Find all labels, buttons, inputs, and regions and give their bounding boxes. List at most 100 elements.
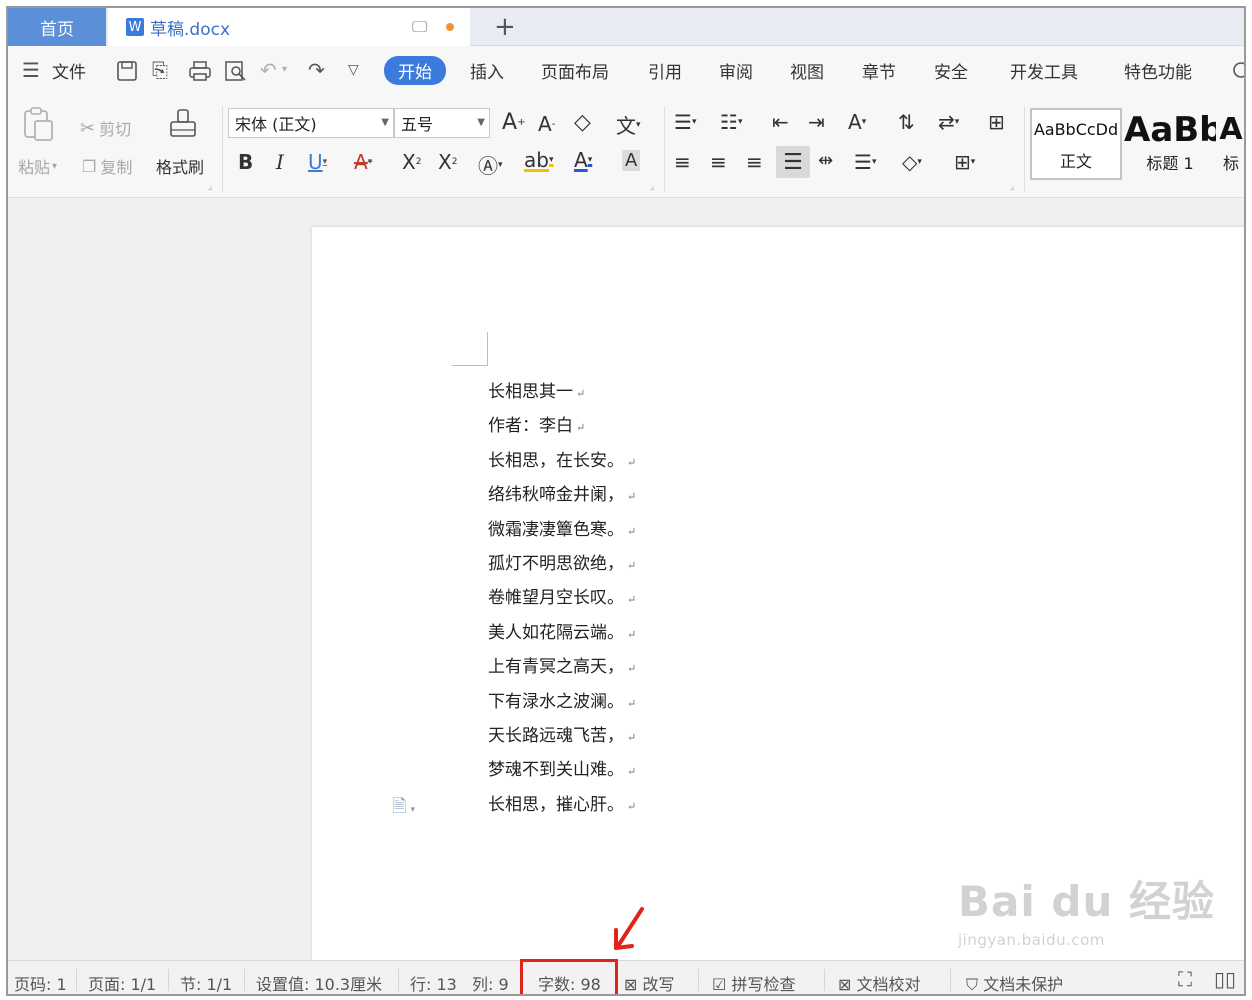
style-normal[interactable]: AaBbCcDd 正文 [1030,108,1122,180]
shading-icon[interactable]: ◇ ▾ [902,150,922,174]
ribbon-separator [664,106,665,192]
text-line[interactable]: 长相思，在长安。 ↵ [488,444,636,478]
undo-dropdown-icon[interactable]: ▾ [282,64,287,75]
menu-chapter[interactable]: 章节 [862,58,896,83]
text-line[interactable]: 美人如花隔云端。 ↵ [488,616,636,650]
menu-view[interactable]: 视图 [790,58,824,83]
document-protection-button[interactable]: ⛉ 文档未保护 [966,971,1063,994]
subscript-icon[interactable]: X2 [438,150,457,174]
status-column[interactable]: 列: 9 [472,971,509,994]
line-spacing-icon[interactable]: ☰ ▾ [854,150,876,174]
cut-button[interactable]: ✂ 剪切 [80,116,131,140]
watermark-url: jingyan.baidu.com [958,931,1105,949]
text-line[interactable]: 梦魂不到关山难。 ↵ [488,753,636,787]
font-name-select[interactable]: 宋体 (正文) ▼ [228,108,394,138]
borders-icon[interactable]: ⊞ ▾ [954,150,975,174]
spell-check-button[interactable]: ☑ 拼写检查 [712,971,795,994]
print-icon[interactable] [188,60,212,82]
status-page-count[interactable]: 页面: 1/1 [88,971,156,994]
quick-access-dropdown-icon[interactable]: ▽ [348,62,359,78]
shrink-font-icon[interactable]: A- [538,112,555,136]
text-line[interactable]: 微霜凄凄簟色寒。 ↵ [488,513,636,547]
menu-review[interactable]: 审阅 [719,58,753,83]
document-proof-button[interactable]: ⊠ 文档校对 [838,971,921,994]
status-setting-value[interactable]: 设置值: 10.3厘米 [256,971,382,994]
fullscreen-icon[interactable]: ⛶ [1178,967,1192,991]
text-line[interactable]: 长相思，摧心肝。 ↵ [488,788,636,822]
align-center-icon[interactable]: ≡ [710,150,727,174]
document-options-icon[interactable]: 🗎 ▾ [392,794,415,824]
superscript-icon[interactable]: X2 [402,150,421,174]
menu-security[interactable]: 安全 [934,58,968,83]
highlight-icon[interactable]: ab ▾ [524,148,553,172]
new-tab-button[interactable]: + [494,12,516,42]
underline-icon[interactable]: U ▾ [308,150,327,174]
table-insert-icon[interactable]: ⊞ [988,110,1005,134]
menu-page-layout[interactable]: 页面布局 [541,58,609,83]
strikethrough-icon[interactable]: A ▾ [354,150,372,174]
text-line[interactable]: 卷帷望月空长叹。 ↵ [488,581,636,615]
text-line[interactable]: 上有青冥之高天， ↵ [488,650,636,684]
menu-developer[interactable]: 开发工具 [1010,58,1078,83]
decrease-indent-icon[interactable]: ⇤ [772,110,789,134]
font-size-select[interactable]: 五号 ▼ [394,108,490,138]
monitor-icon[interactable]: 🖵 [412,17,427,37]
menu-references[interactable]: 引用 [648,58,682,83]
phonetic-guide-icon[interactable]: 文 ▾ [616,110,641,139]
italic-icon[interactable]: I [276,150,284,174]
text-direction-icon[interactable]: A ▾ [848,110,866,134]
text-line[interactable]: 下有渌水之波澜。 ↵ [488,685,636,719]
text-line[interactable]: 长相思其一 ↵ [488,375,636,409]
text-line[interactable]: 孤灯不明思欲绝， ↵ [488,547,636,581]
text-line[interactable]: 作者：李白 ↵ [488,409,636,443]
numbered-list-icon[interactable]: ☷ ▾ [720,110,742,134]
format-painter-icon[interactable] [168,108,202,144]
distributed-align-icon[interactable]: ⇹ [818,150,833,171]
align-right-icon[interactable]: ≡ [746,150,763,174]
style-heading-1[interactable]: AaBb 标题 1 [1124,108,1216,180]
paste-icon[interactable] [22,106,56,142]
paragraph-group-expander-icon[interactable]: ⌟ [1010,182,1014,192]
paste-button[interactable]: 粘贴 ▾ [18,154,57,178]
status-page-number[interactable]: 页码: 1 [14,971,67,994]
bullet-list-icon[interactable]: ☰ ▾ [674,110,696,134]
bold-icon[interactable]: B [238,150,253,174]
clipboard-group-expander-icon[interactable]: ⌟ [208,182,212,192]
increase-indent-icon[interactable]: ⇥ [808,110,825,134]
menu-file[interactable]: 文件 [52,58,86,83]
proof-icon: ⊠ [838,975,852,994]
grow-font-icon[interactable]: A + [502,110,525,135]
print-preview-icon[interactable] [224,60,248,82]
font-group-expander-icon[interactable]: ⌟ [650,182,654,192]
overwrite-mode-button[interactable]: ⊠ 改写 [624,971,675,994]
align-left-icon[interactable]: ≡ [674,150,691,174]
menu-insert[interactable]: 插入 [470,58,504,83]
document-body[interactable]: 长相思其一 ↵ 作者：李白 ↵ 长相思，在长安。 ↵ 络纬秋啼金井阑， ↵ 微霜凄凄簟色… [488,375,636,822]
justify-icon[interactable]: ☰ [776,146,810,178]
text-effect-icon[interactable]: Ⓐ ▾ [478,150,503,179]
style-heading-1-preview: AaBb [1124,110,1216,150]
status-section[interactable]: 节: 1/1 [180,971,232,994]
text-line[interactable]: 络纬秋啼金井阑， ↵ [488,478,636,512]
style-heading-2[interactable]: A 标 [1216,108,1244,180]
export-pdf-icon[interactable]: ⎘ [152,58,168,82]
sort-icon[interactable]: ⇅ [898,110,915,134]
search-icon[interactable] [1230,60,1246,82]
redo-icon[interactable]: ↷ [308,58,325,82]
text-line[interactable]: 天长路远魂飞苦， ↵ [488,719,636,753]
character-shading-icon[interactable]: A [622,150,641,171]
menu-special[interactable]: 特色功能 [1124,58,1192,83]
copy-button[interactable]: ❐ 复制 [82,154,132,178]
status-row[interactable]: 行: 13 [410,971,457,994]
format-painter-button[interactable]: 格式刷 [156,154,204,178]
tab-home[interactable]: 首页 [8,8,106,46]
reading-mode-icon[interactable]: ▯▯ [1214,967,1236,991]
hamburger-menu-icon[interactable]: ☰ [22,58,40,82]
undo-icon[interactable]: ↶ [260,58,277,82]
show-marks-icon[interactable]: ⇄ ▾ [938,110,959,134]
ribbon-separator [222,106,223,192]
clear-format-icon[interactable]: ◇ [574,110,591,135]
save-icon[interactable] [116,60,138,82]
menu-home[interactable]: 开始 [384,56,446,85]
font-color-icon[interactable]: A ▾ [574,148,592,172]
